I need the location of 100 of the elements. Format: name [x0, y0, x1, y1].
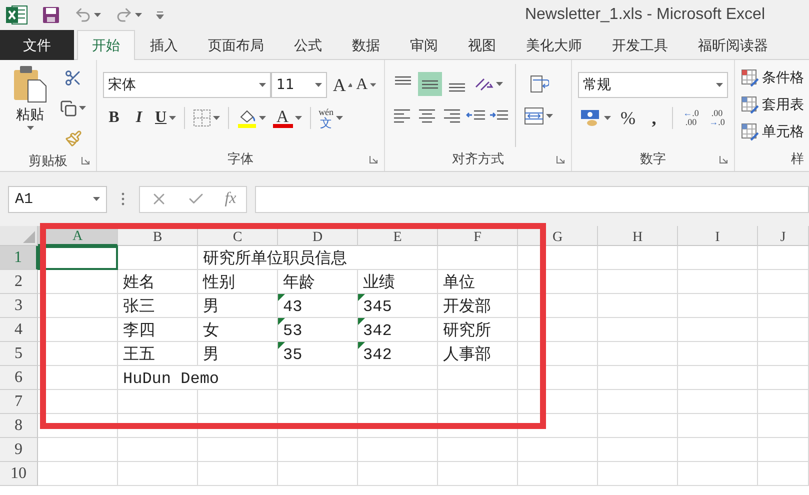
row-header[interactable]: 2 [0, 270, 38, 294]
increase-decimal-button[interactable]: ←.0 .00 [680, 106, 702, 130]
save-icon[interactable] [42, 6, 60, 24]
empty-cell[interactable] [438, 462, 518, 486]
empty-cell[interactable] [758, 294, 809, 318]
empty-cell[interactable] [758, 462, 809, 486]
empty-cell[interactable] [518, 414, 598, 438]
phonetic-button[interactable]: wén 文 [316, 106, 345, 130]
number-format-select[interactable]: 常规 [578, 72, 728, 98]
insert-function-button[interactable]: fx [224, 191, 236, 207]
paste-button[interactable]: 粘贴 [6, 64, 54, 150]
empty-cell[interactable] [518, 342, 598, 366]
ribbon-tab[interactable]: 公式 [279, 30, 337, 60]
font-color-button[interactable]: A [270, 106, 304, 130]
empty-cell[interactable] [598, 246, 678, 270]
error-indicator-icon[interactable] [278, 318, 285, 325]
percent-button[interactable]: % [617, 106, 639, 130]
dialog-launcher-icon[interactable] [719, 154, 728, 164]
error-indicator-icon[interactable] [278, 294, 285, 301]
redo-button[interactable] [115, 6, 142, 24]
empty-cell[interactable] [678, 390, 758, 414]
empty-cell[interactable] [278, 366, 358, 390]
ribbon-tab[interactable]: 插入 [135, 30, 193, 60]
empty-cell[interactable] [678, 462, 758, 486]
vertical-align-button[interactable] [418, 72, 442, 96]
ribbon-tab[interactable]: 美化大师 [511, 30, 597, 60]
empty-cell[interactable] [758, 438, 809, 462]
empty-cell[interactable] [518, 438, 598, 462]
empty-cell[interactable] [438, 246, 518, 270]
row-header[interactable]: 8 [0, 414, 38, 438]
row-header[interactable]: 3 [0, 294, 38, 318]
empty-cell[interactable] [758, 414, 809, 438]
empty-cell[interactable] [518, 270, 598, 294]
font-size-select[interactable]: 11 [271, 72, 327, 98]
style-command[interactable]: 单元格 [741, 120, 804, 144]
ribbon-tab[interactable]: 页面布局 [193, 30, 279, 60]
dialog-launcher-icon[interactable] [81, 156, 90, 165]
empty-cell[interactable] [438, 414, 518, 438]
empty-cell[interactable] [518, 246, 598, 270]
error-indicator-icon[interactable] [358, 294, 365, 301]
row-header[interactable]: 9 [0, 438, 38, 462]
empty-cell[interactable] [278, 462, 358, 486]
shrink-font-button[interactable]: A [354, 73, 378, 97]
file-tab[interactable]: 文件 [0, 30, 74, 60]
ribbon-tab[interactable]: 开发工具 [597, 30, 683, 60]
column-header[interactable]: I [678, 226, 758, 246]
empty-cell[interactable] [678, 270, 758, 294]
name-box[interactable]: A1 [8, 186, 107, 212]
empty-cell[interactable] [758, 246, 809, 270]
empty-cell[interactable] [198, 414, 278, 438]
empty-cell[interactable] [518, 390, 598, 414]
bold-button[interactable]: B [103, 106, 125, 130]
empty-cell[interactable] [358, 438, 438, 462]
spreadsheet-app-icon[interactable] [6, 5, 28, 25]
ribbon-tab[interactable]: 数据 [337, 30, 395, 60]
empty-cell[interactable] [518, 366, 598, 390]
ribbon-tab[interactable]: 视图 [453, 30, 511, 60]
row-header[interactable]: 6 [0, 366, 38, 390]
decrease-decimal-button[interactable]: .00 →.0 [706, 106, 728, 130]
row-header[interactable]: 4 [0, 318, 38, 342]
empty-cell[interactable] [758, 270, 809, 294]
ribbon-tab[interactable]: 福昕阅读器 [683, 30, 783, 60]
empty-cell[interactable] [118, 462, 198, 486]
row-header[interactable]: 7 [0, 390, 38, 414]
empty-cell[interactable] [758, 318, 809, 342]
empty-cell[interactable] [598, 318, 678, 342]
empty-cell[interactable] [518, 462, 598, 486]
empty-cell[interactable] [598, 366, 678, 390]
formula-input[interactable] [255, 186, 809, 212]
empty-cell[interactable] [518, 318, 598, 342]
empty-cell[interactable] [678, 318, 758, 342]
column-header[interactable]: J [758, 226, 809, 246]
empty-cell[interactable] [598, 270, 678, 294]
dialog-launcher-icon[interactable] [369, 154, 378, 164]
empty-cell[interactable] [598, 390, 678, 414]
dialog-launcher-icon[interactable] [556, 154, 565, 164]
row-header[interactable]: 1 [0, 246, 38, 270]
empty-cell[interactable] [198, 390, 278, 414]
comma-button[interactable]: , [643, 106, 665, 130]
empty-cell[interactable] [358, 462, 438, 486]
style-command[interactable]: 条件格 [741, 66, 804, 90]
grow-font-button[interactable]: A [330, 73, 354, 97]
more-icon[interactable] [121, 192, 125, 206]
empty-cell[interactable] [438, 366, 518, 390]
empty-cell[interactable] [518, 294, 598, 318]
empty-cell[interactable] [758, 342, 809, 366]
ribbon-tab[interactable]: 审阅 [395, 30, 453, 60]
empty-cell[interactable] [118, 246, 198, 270]
empty-cell[interactable] [598, 438, 678, 462]
select-all-icon[interactable] [23, 231, 35, 243]
empty-cell[interactable] [278, 390, 358, 414]
customize-toolbar-icon[interactable] [156, 11, 164, 19]
empty-cell[interactable] [198, 438, 278, 462]
empty-cell[interactable] [118, 438, 198, 462]
empty-cell[interactable] [678, 438, 758, 462]
empty-cell[interactable] [278, 414, 358, 438]
empty-cell[interactable] [758, 366, 809, 390]
empty-cell[interactable] [198, 462, 278, 486]
empty-cell[interactable] [678, 366, 758, 390]
empty-cell[interactable] [598, 414, 678, 438]
